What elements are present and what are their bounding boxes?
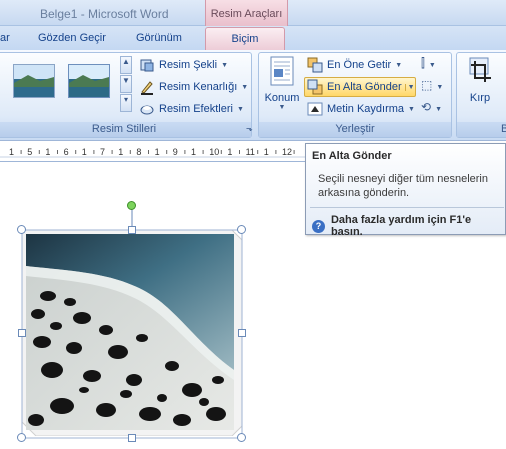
align-icon: ⫿: [421, 56, 425, 70]
position-button[interactable]: Konum ▼: [262, 56, 302, 118]
resize-handle-top-right[interactable]: [237, 225, 246, 234]
picture-style-thumb-shadow[interactable]: [68, 64, 110, 98]
ruler-label: 12: [282, 147, 293, 157]
picture-styles-group-label: Resim Stilleri: [0, 122, 251, 137]
crop-button[interactable]: Kırp: [460, 56, 500, 118]
ruler-label: 6: [63, 147, 69, 157]
text-wrapping-button[interactable]: Metin Kaydırma ▼: [307, 99, 415, 119]
ruler-label: 5: [27, 147, 33, 157]
size-group-label: B: [457, 122, 506, 137]
ruler-label: 1: [191, 147, 197, 157]
ruler-label: 1: [263, 147, 269, 157]
ruler-label: 1: [118, 147, 124, 157]
resize-handle-right[interactable]: [238, 329, 246, 337]
ruler-label: 9: [172, 147, 178, 157]
ruler-label: 11: [245, 147, 255, 157]
picture-tools-context-title: Resim Araçları: [205, 0, 288, 26]
screentip-body: Seçili nesneyi diğer tüm nesnelerin arka…: [318, 173, 488, 199]
send-to-back-button[interactable]: En Alta Gönder ▼: [304, 77, 416, 97]
picture-effects-button[interactable]: Resim Efektleri ▼: [139, 99, 244, 119]
send-back-icon: [307, 79, 323, 95]
resize-handle-left[interactable]: [18, 329, 26, 337]
ruler-label: 10: [209, 147, 220, 157]
dialog-launcher-icon[interactable]: ⬎: [246, 124, 254, 133]
shape-icon: [139, 57, 155, 73]
group-icon: ⬚: [421, 78, 433, 92]
position-icon: [270, 56, 294, 86]
resize-handle-top-left[interactable]: [17, 225, 26, 234]
crop-icon: [469, 57, 491, 82]
ruler-label: 1: [9, 147, 15, 157]
screentip-separator: [310, 207, 504, 208]
ruler-label: 1: [45, 147, 51, 157]
rotate-button[interactable]: ⟲ ▼: [421, 100, 445, 118]
effects-icon: [139, 101, 155, 117]
ruler-label: 7: [100, 147, 106, 157]
arrange-group-label: Yerleştir: [259, 122, 451, 137]
bring-to-front-button[interactable]: En Öne Getir ▼: [307, 55, 402, 75]
screentip: En Alta Gönder Seçili nesneyi diğer tüm …: [305, 143, 506, 238]
screentip-title: En Alta Gönder: [312, 150, 392, 162]
tab-review[interactable]: Gözden Geçir: [38, 32, 106, 44]
tab-view[interactable]: Görünüm: [136, 32, 182, 44]
picture-border-button[interactable]: Resim Kenarlığı ▼: [139, 77, 248, 97]
resize-handle-top[interactable]: [128, 226, 136, 234]
gallery-up-button[interactable]: ▲: [120, 56, 132, 74]
resize-handle-bottom-left[interactable]: [17, 433, 26, 442]
window-title: Belge1 - Microsoft Word: [40, 7, 169, 21]
selection-frame: [21, 206, 243, 439]
ruler-label: 1: [154, 147, 160, 157]
ruler-label: 1: [227, 147, 233, 157]
picture-style-thumb[interactable]: [13, 64, 55, 98]
tab-references[interactable]: ar: [0, 32, 10, 44]
ruler-label: 1: [81, 147, 87, 157]
gallery-more-button[interactable]: ▾: [120, 94, 132, 112]
text-wrap-icon: [307, 101, 323, 117]
group-button[interactable]: ⬚ ▼: [421, 78, 445, 96]
gallery-down-button[interactable]: ▼: [120, 75, 132, 93]
ruler-label: 8: [136, 147, 142, 157]
screentip-help: ? Daha fazla yardım için F1'e basın.: [312, 214, 505, 238]
rotate-icon: ⟲: [421, 100, 432, 114]
resize-handle-bottom[interactable]: [128, 434, 136, 442]
align-button[interactable]: ⫿ ▼: [421, 56, 445, 74]
rotation-handle[interactable]: [127, 201, 136, 210]
pen-icon: [139, 79, 155, 95]
bring-front-icon: [307, 57, 323, 73]
picture-shape-button[interactable]: Resim Şekli ▼: [139, 55, 228, 75]
resize-handle-bottom-right[interactable]: [237, 433, 246, 442]
help-icon: ?: [312, 219, 325, 233]
tab-format[interactable]: Biçim: [205, 27, 285, 51]
